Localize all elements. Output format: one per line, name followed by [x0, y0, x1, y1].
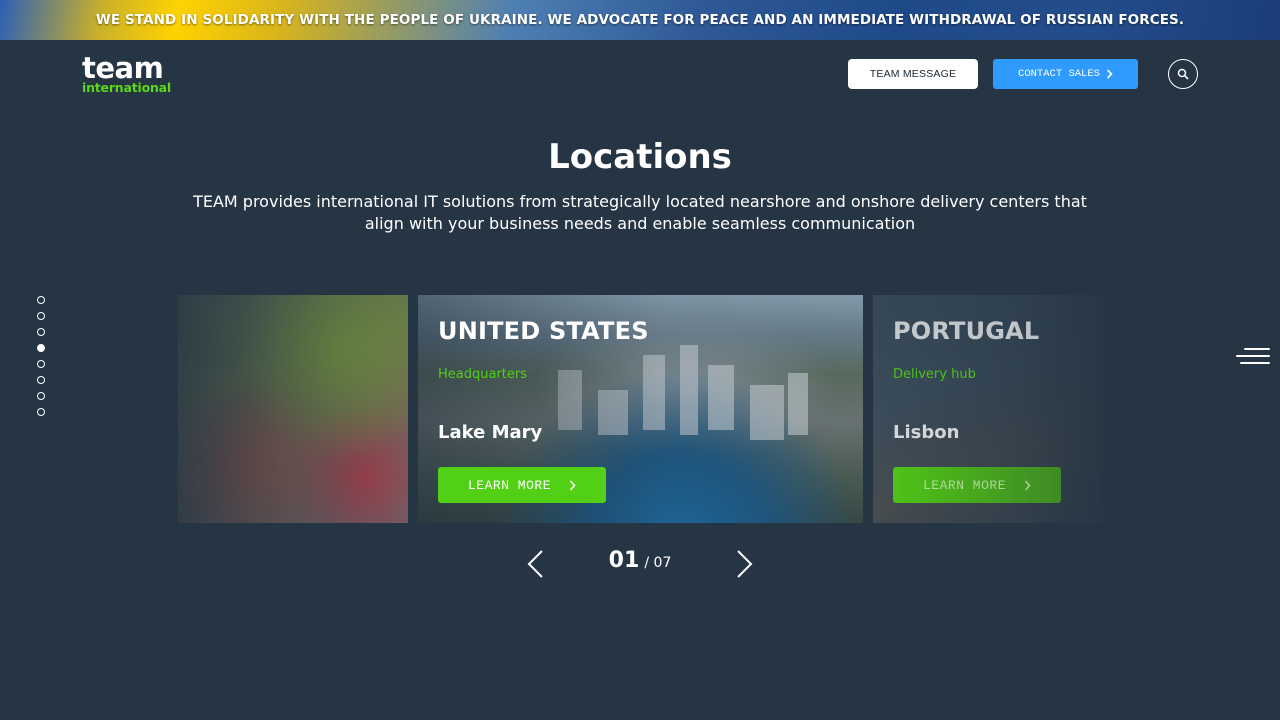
previous-arrow-button[interactable]	[526, 549, 546, 579]
hamburger-menu-icon[interactable]	[1236, 348, 1270, 372]
card-role: Delivery hub	[893, 367, 976, 382]
logo-team-text: team	[82, 51, 164, 85]
section-nav-dots	[37, 296, 47, 424]
section-description: TEAM provides international IT solutions…	[193, 192, 1087, 233]
learn-more-label: LEARN MORE	[922, 477, 1006, 493]
team-message-label: TEAM MESSAGE	[869, 68, 957, 80]
location-card-active[interactable]: UNITED STATES Headquarters Lake Mary LEA…	[418, 295, 863, 523]
page-title: Locations	[548, 137, 732, 177]
section-nav-dot[interactable]	[37, 360, 45, 368]
section-nav-dot-active[interactable]	[37, 344, 45, 352]
section-nav-dot[interactable]	[37, 296, 45, 304]
chevron-right-icon	[737, 550, 753, 578]
chevron-right-icon	[569, 479, 576, 491]
contact-sales-label: CONTACT SALES	[1018, 68, 1100, 80]
search-icon	[1177, 68, 1189, 80]
location-card-previous[interactable]	[178, 295, 408, 523]
learn-more-button[interactable]: LEARN MORE	[438, 467, 606, 503]
section-nav-dot[interactable]	[37, 392, 45, 400]
search-button[interactable]	[1168, 59, 1198, 89]
slide-current: 01	[608, 548, 640, 573]
card-country: PORTUGAL	[893, 317, 1040, 345]
slide-total: 07	[653, 555, 672, 571]
location-card-next[interactable]: PORTUGAL Delivery hub Lisbon LEARN MORE	[873, 295, 1103, 523]
learn-more-button[interactable]: LEARN MORE	[893, 467, 1061, 503]
chevron-left-icon	[527, 550, 543, 578]
ukraine-solidarity-banner: WE STAND IN SOLIDARITY WITH THE PEOPLE O…	[0, 0, 1280, 40]
chevron-right-icon	[1106, 69, 1113, 79]
banner-text: WE STAND IN SOLIDARITY WITH THE PEOPLE O…	[95, 12, 1185, 28]
contact-sales-button[interactable]: CONTACT SALES	[993, 59, 1138, 89]
team-message-button[interactable]: TEAM MESSAGE	[848, 59, 978, 89]
next-arrow-button[interactable]	[734, 549, 754, 579]
learn-more-label: LEARN MORE	[467, 477, 551, 493]
card-city: Lisbon	[893, 422, 960, 443]
team-international-logo[interactable]: team international	[82, 54, 178, 94]
logo-international-text: international	[82, 80, 172, 95]
card-city: Lake Mary	[438, 422, 543, 443]
section-nav-dot[interactable]	[37, 408, 45, 416]
card-country: UNITED STATES	[438, 317, 649, 345]
section-nav-dot[interactable]	[37, 312, 45, 320]
chevron-right-icon	[1024, 479, 1031, 491]
section-nav-dot[interactable]	[37, 376, 45, 384]
slide-counter: 01 / 07	[608, 548, 672, 573]
card-role: Headquarters	[438, 367, 528, 382]
section-nav-dot[interactable]	[37, 328, 45, 336]
